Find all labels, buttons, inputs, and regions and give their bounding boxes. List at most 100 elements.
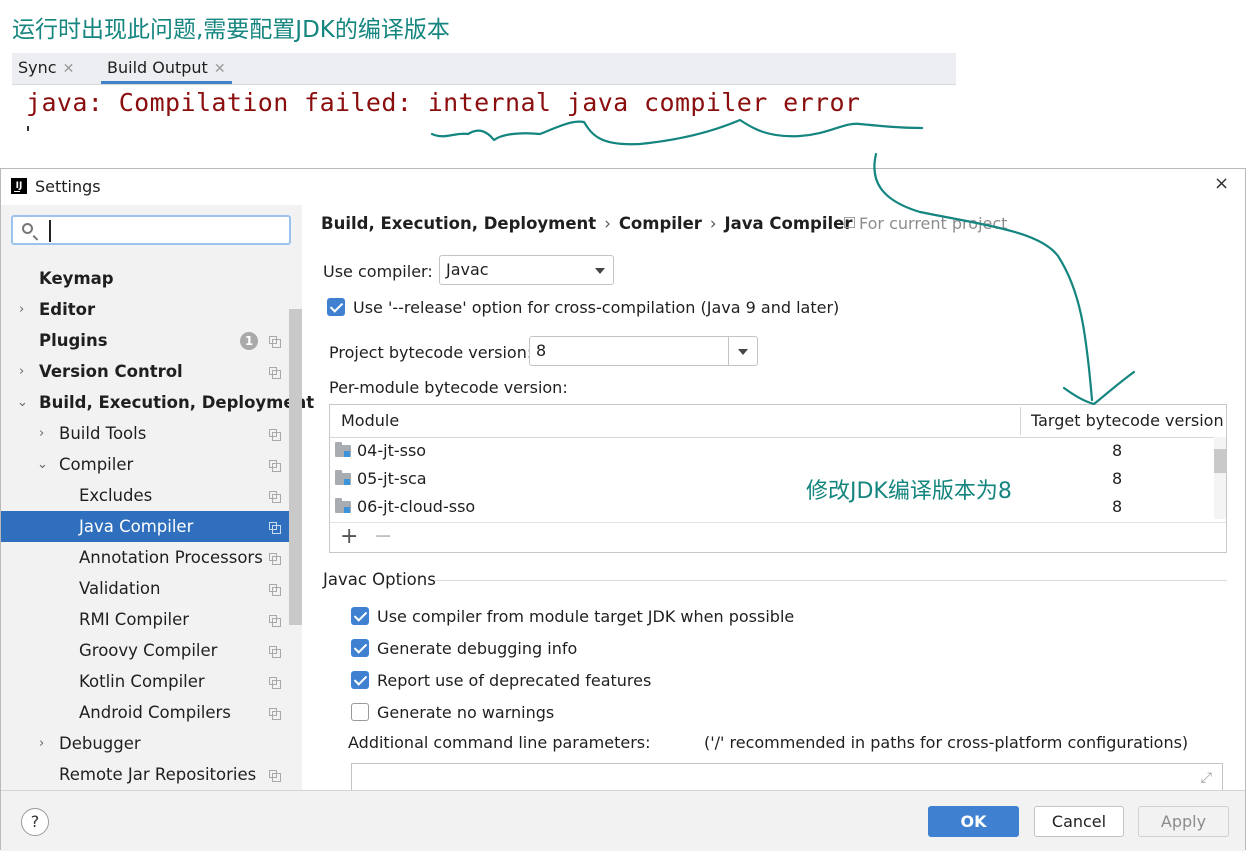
module-name: 04-jt-sso <box>357 441 427 460</box>
module-target-version[interactable]: 8 <box>1112 465 1122 493</box>
project-level-icon <box>269 522 281 534</box>
tab-sync[interactable]: Sync ✕ <box>18 53 74 84</box>
dialog-button-bar: ? OK Cancel Apply <box>1 790 1245 851</box>
project-level-icon <box>269 491 281 503</box>
chevron-down-icon[interactable]: ⌄ <box>37 449 48 480</box>
module-bytecode-table: Module Target bytecode version 04-jt-sso… <box>329 404 1227 553</box>
tree-item-label: Compiler <box>59 455 134 474</box>
tree-item-label: Version Control <box>39 362 183 381</box>
module-name: 05-jt-sca <box>357 469 427 488</box>
project-level-icon <box>269 615 281 627</box>
tree-item-label: RMI Compiler <box>79 610 190 629</box>
tree-item-java-compiler[interactable]: Java Compiler <box>1 511 302 542</box>
tree-item-kotlin-compiler[interactable]: Kotlin Compiler <box>1 666 302 697</box>
project-level-icon <box>269 584 281 596</box>
text-cursor <box>27 126 29 131</box>
tree-item-editor[interactable]: › Editor <box>1 294 302 325</box>
module-folder-icon <box>335 498 351 513</box>
close-icon[interactable]: × <box>1214 173 1229 194</box>
table-row[interactable]: 06-jt-cloud-sso 8 <box>330 493 1214 521</box>
underline-squiggle <box>430 118 924 146</box>
project-level-icon <box>269 367 281 379</box>
annotation-top-note: 运行时出现此问题,需要配置JDK的编译版本 <box>12 17 450 43</box>
tree-item-groovy-compiler[interactable]: Groovy Compiler <box>1 635 302 666</box>
tree-item-label: Validation <box>79 579 161 598</box>
apply-button[interactable]: Apply <box>1138 806 1229 837</box>
expand-icon[interactable]: ⤢ <box>1201 770 1212 786</box>
breadcrumb-item[interactable]: Compiler <box>619 214 702 233</box>
chevron-right-icon[interactable]: › <box>39 418 44 449</box>
remove-icon[interactable]: − <box>374 524 392 549</box>
breadcrumb-item: Java Compiler <box>724 214 853 233</box>
tree-item-label: Keymap <box>39 269 114 288</box>
option-label: Generate no warnings <box>377 703 555 722</box>
project-level-icon <box>269 677 281 689</box>
settings-search-input[interactable] <box>49 220 291 242</box>
close-icon[interactable]: ✕ <box>214 61 226 77</box>
chevron-right-icon[interactable]: › <box>19 356 24 387</box>
tree-item-android-compilers[interactable]: Android Compilers <box>1 697 302 728</box>
tree-item-plugins[interactable]: Plugins 1 <box>1 325 302 356</box>
section-divider <box>435 580 1227 581</box>
project-level-icon <box>269 429 281 441</box>
tree-item-label: Build Tools <box>59 424 147 443</box>
tab-build-output-label: Build Output <box>107 58 208 77</box>
tree-item-build-tools[interactable]: › Build Tools <box>1 418 302 449</box>
table-row[interactable]: 05-jt-sca 8 <box>330 465 1214 493</box>
project-bytecode-value[interactable]: 8 <box>536 341 546 360</box>
use-compiler-label: Use compiler: <box>323 262 433 281</box>
breadcrumb-item[interactable]: Build, Execution, Deployment <box>321 214 596 233</box>
project-level-icon <box>269 553 281 565</box>
tree-item-rmi-compiler[interactable]: RMI Compiler <box>1 604 302 635</box>
chevron-down-icon <box>738 349 748 355</box>
tree-item-annotation-processors[interactable]: Annotation Processors <box>1 542 302 573</box>
project-level-icon <box>269 770 281 782</box>
tree-item-excludes[interactable]: Excludes <box>1 480 302 511</box>
option-label: Generate debugging info <box>377 639 578 658</box>
close-icon[interactable]: ✕ <box>63 61 75 77</box>
chevron-right-icon[interactable]: › <box>39 728 44 759</box>
breadcrumb-separator: › <box>709 214 717 233</box>
tree-item-build-execution-deployment[interactable]: ⌄ Build, Execution, Deployment <box>1 387 314 418</box>
option-checkbox-debugging-info[interactable] <box>351 639 369 657</box>
breadcrumb-separator: › <box>604 214 611 233</box>
tree-item-remote-jar-repositories[interactable]: Remote Jar Repositories <box>1 759 302 790</box>
tree-item-keymap[interactable]: Keymap <box>1 263 302 294</box>
tree-item-compiler[interactable]: ⌄ Compiler <box>1 449 302 480</box>
option-checkbox-no-warnings[interactable] <box>351 703 369 721</box>
chevron-right-icon[interactable]: › <box>19 294 24 325</box>
module-target-version[interactable]: 8 <box>1112 493 1122 521</box>
additional-params-label: Additional command line parameters: <box>348 733 651 752</box>
project-bytecode-combo[interactable]: 8 <box>529 336 758 366</box>
release-option-checkbox[interactable] <box>327 298 345 316</box>
add-icon[interactable]: + <box>340 524 358 549</box>
update-count-badge: 1 <box>240 332 258 350</box>
module-target-version[interactable]: 8 <box>1112 437 1122 465</box>
cancel-button[interactable]: Cancel <box>1034 806 1124 837</box>
use-compiler-select[interactable]: Javac <box>439 255 614 285</box>
option-checkbox-deprecated-features[interactable] <box>351 671 369 689</box>
tree-item-label: Kotlin Compiler <box>79 672 205 691</box>
build-tool-tabbar: Sync ✕ Build Output ✕ <box>12 53 956 85</box>
ok-button[interactable]: OK <box>928 806 1019 837</box>
tab-build-output[interactable]: Build Output ✕ <box>101 53 232 84</box>
project-bytecode-dropdown-button[interactable] <box>728 337 757 365</box>
settings-search-box[interactable] <box>11 215 291 245</box>
tree-item-debugger[interactable]: › Debugger <box>1 728 302 759</box>
help-button[interactable]: ? <box>21 808 49 836</box>
release-option-label: Use '--release' option for cross-compila… <box>353 298 840 317</box>
column-header-target-version[interactable]: Target bytecode version <box>1031 405 1224 437</box>
settings-dialog: IJ Settings × Keymap › Editor Plugins 1 … <box>0 168 1246 851</box>
column-header-module[interactable]: Module <box>341 405 399 437</box>
tree-item-version-control[interactable]: › Version Control <box>1 356 302 387</box>
tree-item-validation[interactable]: Validation <box>1 573 302 604</box>
table-row[interactable]: 04-jt-sso 8 <box>330 437 1214 465</box>
table-scrollbar[interactable] <box>1214 449 1226 473</box>
module-name: 06-jt-cloud-sso <box>357 497 476 516</box>
option-checkbox-module-target-jdk[interactable] <box>351 607 369 625</box>
tree-item-label: Annotation Processors <box>79 548 263 567</box>
chevron-down-icon[interactable]: ⌄ <box>17 387 28 418</box>
tab-sync-label: Sync <box>18 58 57 77</box>
tree-scrollbar[interactable] <box>289 309 302 625</box>
dialog-titlebar: IJ Settings × <box>1 169 1245 205</box>
